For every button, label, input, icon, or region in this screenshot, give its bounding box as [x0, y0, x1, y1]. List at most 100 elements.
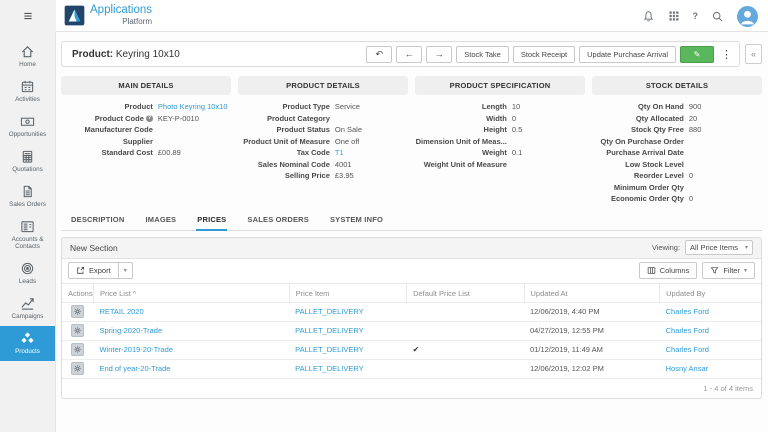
cubes-icon [21, 332, 34, 343]
hamburger-icon: ≡ [23, 7, 33, 25]
sidebar-item-label: Home [19, 61, 36, 68]
price-item-link[interactable]: PALLET_DELIVERY [295, 345, 364, 354]
sidebar-item-home[interactable]: Home [0, 39, 55, 74]
field-value: 0.1 [511, 148, 523, 157]
sidebar-item-activities[interactable]: Activities [0, 74, 55, 109]
record-header: Product: Keyring 10x10 ↶ ← → Stock Take … [61, 41, 740, 67]
stock-receipt-button[interactable]: Stock Receipt [512, 45, 576, 63]
field-value: 0 [511, 113, 517, 123]
tab-description[interactable]: DESCRIPTION [70, 212, 125, 231]
field-label: Product [124, 102, 153, 111]
help-icon[interactable]: ? [693, 11, 699, 21]
sidebar-item-leads[interactable]: Leads [0, 256, 55, 291]
gear-icon [74, 346, 81, 353]
top-bar: ≡ Applications Platform ? [0, 0, 768, 32]
export-button[interactable]: Export [68, 262, 119, 279]
table-row: RETAIL 2020 PALLET_DELIVERY 12/06/2019, … [62, 301, 761, 321]
updated-by-link[interactable]: Charles Ford [666, 345, 709, 354]
export-dropdown-button[interactable]: ▾ [118, 262, 133, 279]
edit-button[interactable]: ✎ [680, 45, 714, 63]
sidebar-item-quotations[interactable]: Quotations [0, 144, 55, 179]
field-label: Purchase Arrival Date [606, 148, 684, 157]
next-record-button[interactable]: → [426, 45, 453, 63]
gear-icon [74, 365, 81, 372]
default-checkmark: ✔ [406, 339, 525, 359]
table-row: Spring-2020-Trade PALLET_DELIVERY 04/27/… [62, 320, 761, 340]
update-purchase-arrival-button[interactable]: Update Purchase Arrival [579, 45, 676, 63]
field-label: Selling Price [284, 171, 330, 180]
row-actions-gear-button[interactable] [71, 343, 85, 356]
price-item-link[interactable]: PALLET_DELIVERY [295, 364, 364, 373]
filter-button[interactable]: Filter ▾ [702, 262, 755, 279]
table-row: End of year-20-Trade PALLET_DELIVERY 12/… [62, 358, 761, 378]
column-header-updated-by[interactable]: Updated By [660, 284, 761, 303]
field-label: Minimum Order Qty [613, 182, 684, 192]
column-header-price-list[interactable]: Price List ^ [93, 283, 290, 302]
user-avatar[interactable] [737, 5, 758, 27]
field-label: Weight [482, 148, 507, 157]
notifications-bell-icon[interactable] [642, 10, 655, 23]
tax-code-link[interactable]: T1 [335, 147, 344, 159]
default-price-list-cell [406, 320, 525, 340]
columns-button[interactable]: Columns [638, 262, 698, 279]
previous-record-button[interactable]: ← [396, 45, 423, 63]
home-icon [21, 46, 34, 58]
calculator-icon [22, 150, 33, 163]
updated-by-link[interactable]: Hosny Ansar [666, 364, 709, 373]
field-label: Tax Code [296, 148, 330, 157]
tab-images[interactable]: IMAGES [144, 212, 177, 231]
field-value: One off [334, 136, 360, 146]
updated-by-link[interactable]: Charles Ford [666, 326, 709, 335]
row-actions-gear-button[interactable] [71, 362, 85, 375]
field-value: 10 [511, 102, 521, 111]
columns-icon [647, 267, 655, 274]
tab-sales-orders[interactable]: SALES ORDERS [246, 212, 310, 231]
price-item-link[interactable]: PALLET_DELIVERY [295, 307, 364, 316]
gear-icon [74, 327, 81, 334]
collapse-panel-button[interactable]: « [745, 44, 762, 64]
updated-at-cell: 04/27/2019, 12:55 PM [524, 320, 660, 340]
logo-icon [64, 5, 85, 26]
sidebar-item-products[interactable]: Products [0, 326, 55, 361]
undo-button[interactable]: ↶ [366, 45, 393, 63]
viewing-select[interactable]: All Price Items ▾ [685, 240, 753, 255]
default-price-list-cell [406, 358, 525, 378]
field-value: 0 [688, 194, 694, 203]
column-header-price-item[interactable]: Price Item [289, 283, 408, 302]
sidebar-item-label: Quotations [12, 166, 43, 173]
export-label: Export [89, 266, 111, 275]
price-list-link[interactable]: Spring-2020-Trade [99, 326, 162, 335]
sort-ascending-icon: ^ [132, 290, 137, 298]
price-list-link[interactable]: Winter-2019-20-Trade [99, 345, 173, 354]
updated-at-cell: 12/06/2019, 12:02 PM [524, 358, 660, 378]
sidebar-item-opportunities[interactable]: Opportunities [0, 109, 55, 144]
price-item-link[interactable]: PALLET_DELIVERY [295, 326, 364, 335]
tab-system-info[interactable]: SYSTEM INFO [329, 212, 384, 231]
panel-title: STOCK DETAILS [592, 76, 762, 95]
field-value: £00.89 [157, 148, 181, 157]
column-header-default-price-list[interactable]: Default Price List [406, 283, 525, 302]
record-tabs: DESCRIPTION IMAGES PRICES SALES ORDERS S… [61, 212, 762, 231]
price-list-link[interactable]: End of year-20-Trade [99, 364, 170, 373]
stock-take-button[interactable]: Stock Take [456, 45, 509, 63]
sidebar-item-campaigns[interactable]: Campaigns [0, 291, 55, 326]
product-link[interactable]: Photo Keyring 10x10 [158, 101, 228, 113]
field-label: Qty Allocated [635, 113, 684, 123]
sidebar-item-sales-orders[interactable]: Sales Orders [0, 179, 55, 214]
pagination-summary: 1 - 4 of 4 items [62, 377, 761, 398]
more-options-button[interactable]: ⋮ [718, 48, 735, 61]
column-header-updated-at[interactable]: Updated At [524, 283, 661, 302]
sidebar-item-accounts-contacts[interactable]: Accounts & Contacts [0, 214, 55, 256]
prices-grid: New Section Viewing: All Price Items ▾ E… [61, 236, 762, 399]
price-list-link[interactable]: RETAIL 2020 [99, 307, 143, 316]
row-actions-gear-button[interactable] [71, 324, 85, 337]
row-actions-gear-button[interactable] [71, 305, 85, 318]
search-icon[interactable] [711, 10, 724, 23]
field-label: Manufacturer Code [84, 125, 153, 134]
column-header-actions[interactable]: Actions [62, 283, 94, 302]
apps-grid-icon[interactable] [668, 10, 680, 22]
hamburger-menu-button[interactable]: ≡ [0, 0, 56, 32]
tab-prices[interactable]: PRICES [196, 212, 228, 231]
updated-at-cell: 12/06/2019, 4:40 PM [524, 301, 660, 321]
updated-by-link[interactable]: Charles Ford [666, 307, 709, 316]
